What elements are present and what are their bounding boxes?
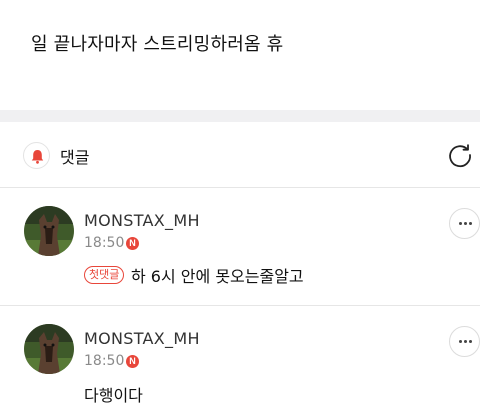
refresh-icon[interactable] (446, 141, 474, 169)
more-options-icon[interactable] (449, 326, 480, 357)
new-badge: N (126, 355, 139, 368)
section-divider (0, 110, 480, 122)
comment-text: 다행이다 (84, 386, 143, 405)
comment-text: 하 6시 안에 못오는줄알고 (131, 267, 304, 286)
bell-icon[interactable] (23, 142, 50, 169)
first-comment-badge: 첫댓글 (84, 266, 125, 284)
comments-header-label: 댓글 (60, 148, 90, 167)
comment-item: MONSTAX_MH 18:50 N 첫댓글 하 6시 안에 못오는줄알고 (0, 189, 480, 306)
comment-time: 18:50 (84, 235, 125, 251)
comment-username[interactable]: MONSTAX_MH (84, 211, 200, 230)
avatar[interactable] (24, 324, 74, 374)
avatar[interactable] (24, 206, 74, 256)
more-options-icon[interactable] (449, 208, 480, 239)
post-text: 일 끝나자마자 스트리밍하러옴 휴 (31, 34, 284, 55)
new-badge: N (126, 237, 139, 250)
comment-time: 18:50 (84, 353, 125, 369)
comment-item: MONSTAX_MH 18:50 N 다행이다 (0, 307, 480, 419)
comment-username[interactable]: MONSTAX_MH (84, 329, 200, 348)
post-body: 일 끝나자마자 스트리밍하러옴 휴 (0, 0, 480, 110)
